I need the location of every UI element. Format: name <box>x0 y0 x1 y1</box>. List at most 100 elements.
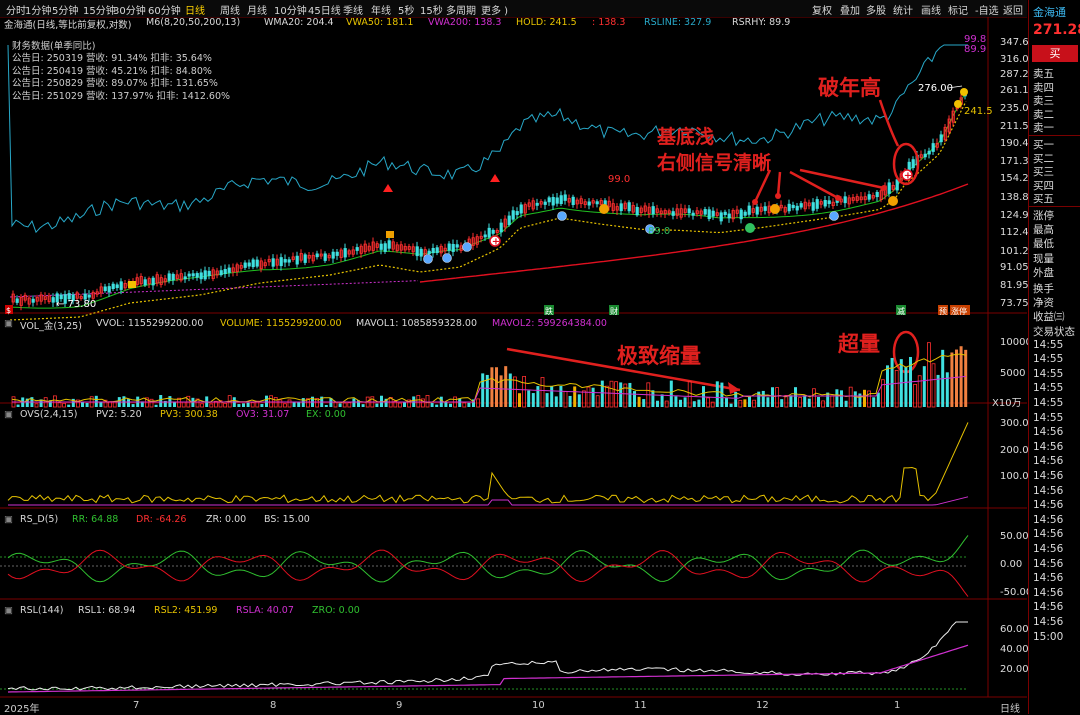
annotation-surge-volume: 超量 <box>838 332 880 356</box>
candle-body <box>415 246 419 257</box>
candle-body <box>355 247 359 251</box>
stock-name[interactable]: 金海通 <box>1033 4 1066 20</box>
volume-bar <box>481 373 485 407</box>
ovs-axis-tick: 300.0 <box>1000 418 1029 429</box>
triangle-marker <box>490 174 500 182</box>
tick-time: 14:55 <box>1033 353 1064 366</box>
event-badge-label: 财 <box>610 306 618 316</box>
rsl-indicator-value: RSL1: 68.94 <box>78 605 136 616</box>
volume-bar <box>531 393 535 407</box>
volume-bar <box>775 387 779 408</box>
candle-body <box>295 255 299 265</box>
volume-bar <box>297 401 301 407</box>
price-axis-tick: 347.6 <box>1000 37 1029 48</box>
volume-bar <box>743 399 747 407</box>
candle-body <box>791 204 795 209</box>
ovs-indicator-value: ▣ <box>4 409 13 420</box>
candle-body <box>203 270 207 280</box>
ovs-axis-tick: 100.0 <box>1000 471 1029 482</box>
volume-bar <box>94 395 98 407</box>
volume-indicator-value: MAVOL2: 599264384.00 <box>492 318 607 329</box>
candle-body <box>923 153 927 158</box>
tick-time: 14:56 <box>1033 528 1064 541</box>
rsl-axis-tick: 40.00 <box>1000 644 1029 655</box>
volume-bar <box>550 386 554 407</box>
volume-bar <box>863 389 866 407</box>
candle-body <box>795 205 799 211</box>
volume-indicator-value: ▣ <box>4 318 13 329</box>
volume-bar <box>637 396 641 407</box>
candle-body <box>723 211 727 216</box>
mavol1-series <box>11 353 967 404</box>
volume-bar <box>458 398 462 407</box>
volume-bar <box>563 390 568 408</box>
volume-bar <box>628 382 632 407</box>
candle-body <box>271 258 275 267</box>
volume-bar <box>656 400 659 407</box>
tick-time: 14:56 <box>1033 484 1064 497</box>
volume-bar <box>361 404 365 407</box>
volume-bar <box>131 404 135 407</box>
tick-time: 14:56 <box>1033 499 1064 512</box>
candle-body <box>551 197 555 206</box>
volume-bar <box>582 390 586 408</box>
volume-bar <box>886 365 889 407</box>
candle-body <box>687 208 691 214</box>
ovs-indicator-value: EX: 0.00 <box>306 409 346 420</box>
candle-body <box>875 191 879 198</box>
volume-bar <box>817 396 820 407</box>
candle-body <box>635 206 639 216</box>
candle-body <box>535 202 539 206</box>
buy-signal-marker <box>888 196 898 206</box>
volume-bar <box>697 399 701 407</box>
event-badge-label: 预 <box>939 306 947 316</box>
volume-bar <box>821 400 825 408</box>
volume-bar <box>467 402 471 407</box>
volume-bar <box>595 395 600 408</box>
volume-bar <box>591 387 595 407</box>
tick-time: 14:55 <box>1033 397 1064 409</box>
buy-signal-marker <box>599 204 609 214</box>
rsd-indicator-value: RS_D(5) <box>20 514 59 525</box>
buy-button[interactable]: 买 <box>1032 45 1078 62</box>
plus-sign: + <box>492 237 500 248</box>
candle-body <box>343 248 347 258</box>
candle-body <box>483 234 487 238</box>
buy-signal-marker <box>770 204 780 214</box>
candle-body <box>383 243 387 252</box>
price-axis-tick: 81.95 <box>1000 280 1029 291</box>
volume-bar <box>425 395 430 408</box>
volume-bar <box>738 399 743 408</box>
volume-unit: X10万 <box>992 398 1022 409</box>
volume-bar <box>748 395 751 407</box>
rsl-indicator-value: RSLA: 40.07 <box>236 605 294 616</box>
rsd-indicator-value: ▣ <box>4 514 13 525</box>
candle-body <box>315 253 319 258</box>
candle-body <box>843 196 847 204</box>
volume-bar <box>338 403 342 407</box>
tick-time: 14:56 <box>1033 586 1064 599</box>
candle-body <box>811 202 815 211</box>
price-axis-tick: 171.3 <box>1000 156 1029 167</box>
volume-bar <box>894 369 899 408</box>
volume-bar <box>375 403 379 407</box>
candle-body <box>451 243 455 252</box>
candle-body <box>931 143 935 152</box>
volume-bar <box>848 386 853 408</box>
rsl-indicator-value: RSL(144) <box>20 605 64 616</box>
volume-bar <box>127 399 130 407</box>
price-axis-tick: 316.0 <box>1000 54 1029 65</box>
candle-body <box>387 240 391 249</box>
trade-status-label: 交易状态 <box>1033 325 1075 338</box>
quote-side-panel: 金海通 271.28 买 卖五卖四卖三卖二卖一买一买二买三买四买五涨停最高最低现… <box>1028 0 1080 714</box>
candle-body <box>587 201 591 206</box>
arrow-head <box>775 193 781 199</box>
volume-bar <box>840 390 843 407</box>
quote-stat-label: 外盘 <box>1033 266 1054 279</box>
sell-level-label: 卖一 <box>1033 122 1054 135</box>
candle-body <box>219 270 223 276</box>
event-badge-label: 减 <box>897 306 905 316</box>
triangle-marker <box>383 184 393 192</box>
volume-bar <box>85 402 89 407</box>
volume-bar <box>725 397 728 407</box>
